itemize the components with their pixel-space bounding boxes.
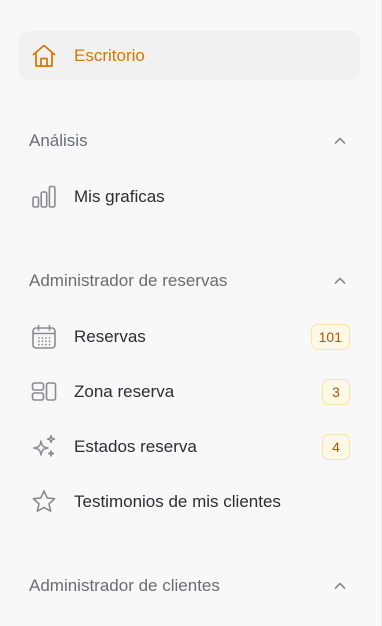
section-title: Administrador de reservas <box>29 271 228 290</box>
sidebar-item-reservas[interactable]: Reservas 101 <box>19 312 360 361</box>
sparkles-icon <box>30 433 58 461</box>
section-title: Administrador de clientes <box>29 576 220 595</box>
chevron-up-icon[interactable] <box>332 133 348 149</box>
sidebar-item-label: Testimonios de mis clientes <box>74 491 281 511</box>
sidebar-item-estados-reserva[interactable]: Estados reserva 4 <box>19 422 360 471</box>
sidebar-item-escritorio[interactable]: Escritorio <box>19 31 360 80</box>
count-badge: 3 <box>322 378 350 405</box>
sidebar-item-testimonios[interactable]: Testimonios de mis clientes <box>19 477 360 526</box>
sidebar-item-label: Reservas <box>74 326 146 346</box>
layout-grid-icon <box>30 378 58 406</box>
chevron-up-icon[interactable] <box>332 273 348 289</box>
sidebar: Escritorio Análisis Mis graficas Adminis… <box>0 0 382 626</box>
section-header-analisis[interactable]: Análisis <box>29 129 348 153</box>
sidebar-item-label: Mis graficas <box>74 186 165 206</box>
chevron-up-icon[interactable] <box>332 578 348 594</box>
section-header-administrador-de-clientes[interactable]: Administrador de clientes <box>29 574 348 598</box>
sidebar-item-mis-graficas[interactable]: Mis graficas <box>19 172 360 221</box>
star-icon <box>30 488 58 516</box>
sidebar-item-label: Estados reserva <box>74 436 197 456</box>
count-badge: 4 <box>322 433 350 460</box>
section-header-administrador-de-reservas[interactable]: Administrador de reservas <box>29 269 348 293</box>
sidebar-item-label: Escritorio <box>74 45 145 65</box>
sidebar-item-zona-reserva[interactable]: Zona reserva 3 <box>19 367 360 416</box>
section-title: Análisis <box>29 131 88 150</box>
calendar-icon <box>30 323 58 351</box>
bar-chart-icon <box>30 183 58 211</box>
home-icon <box>30 42 58 70</box>
sidebar-item-label: Zona reserva <box>74 381 175 401</box>
count-badge: 101 <box>310 323 350 350</box>
